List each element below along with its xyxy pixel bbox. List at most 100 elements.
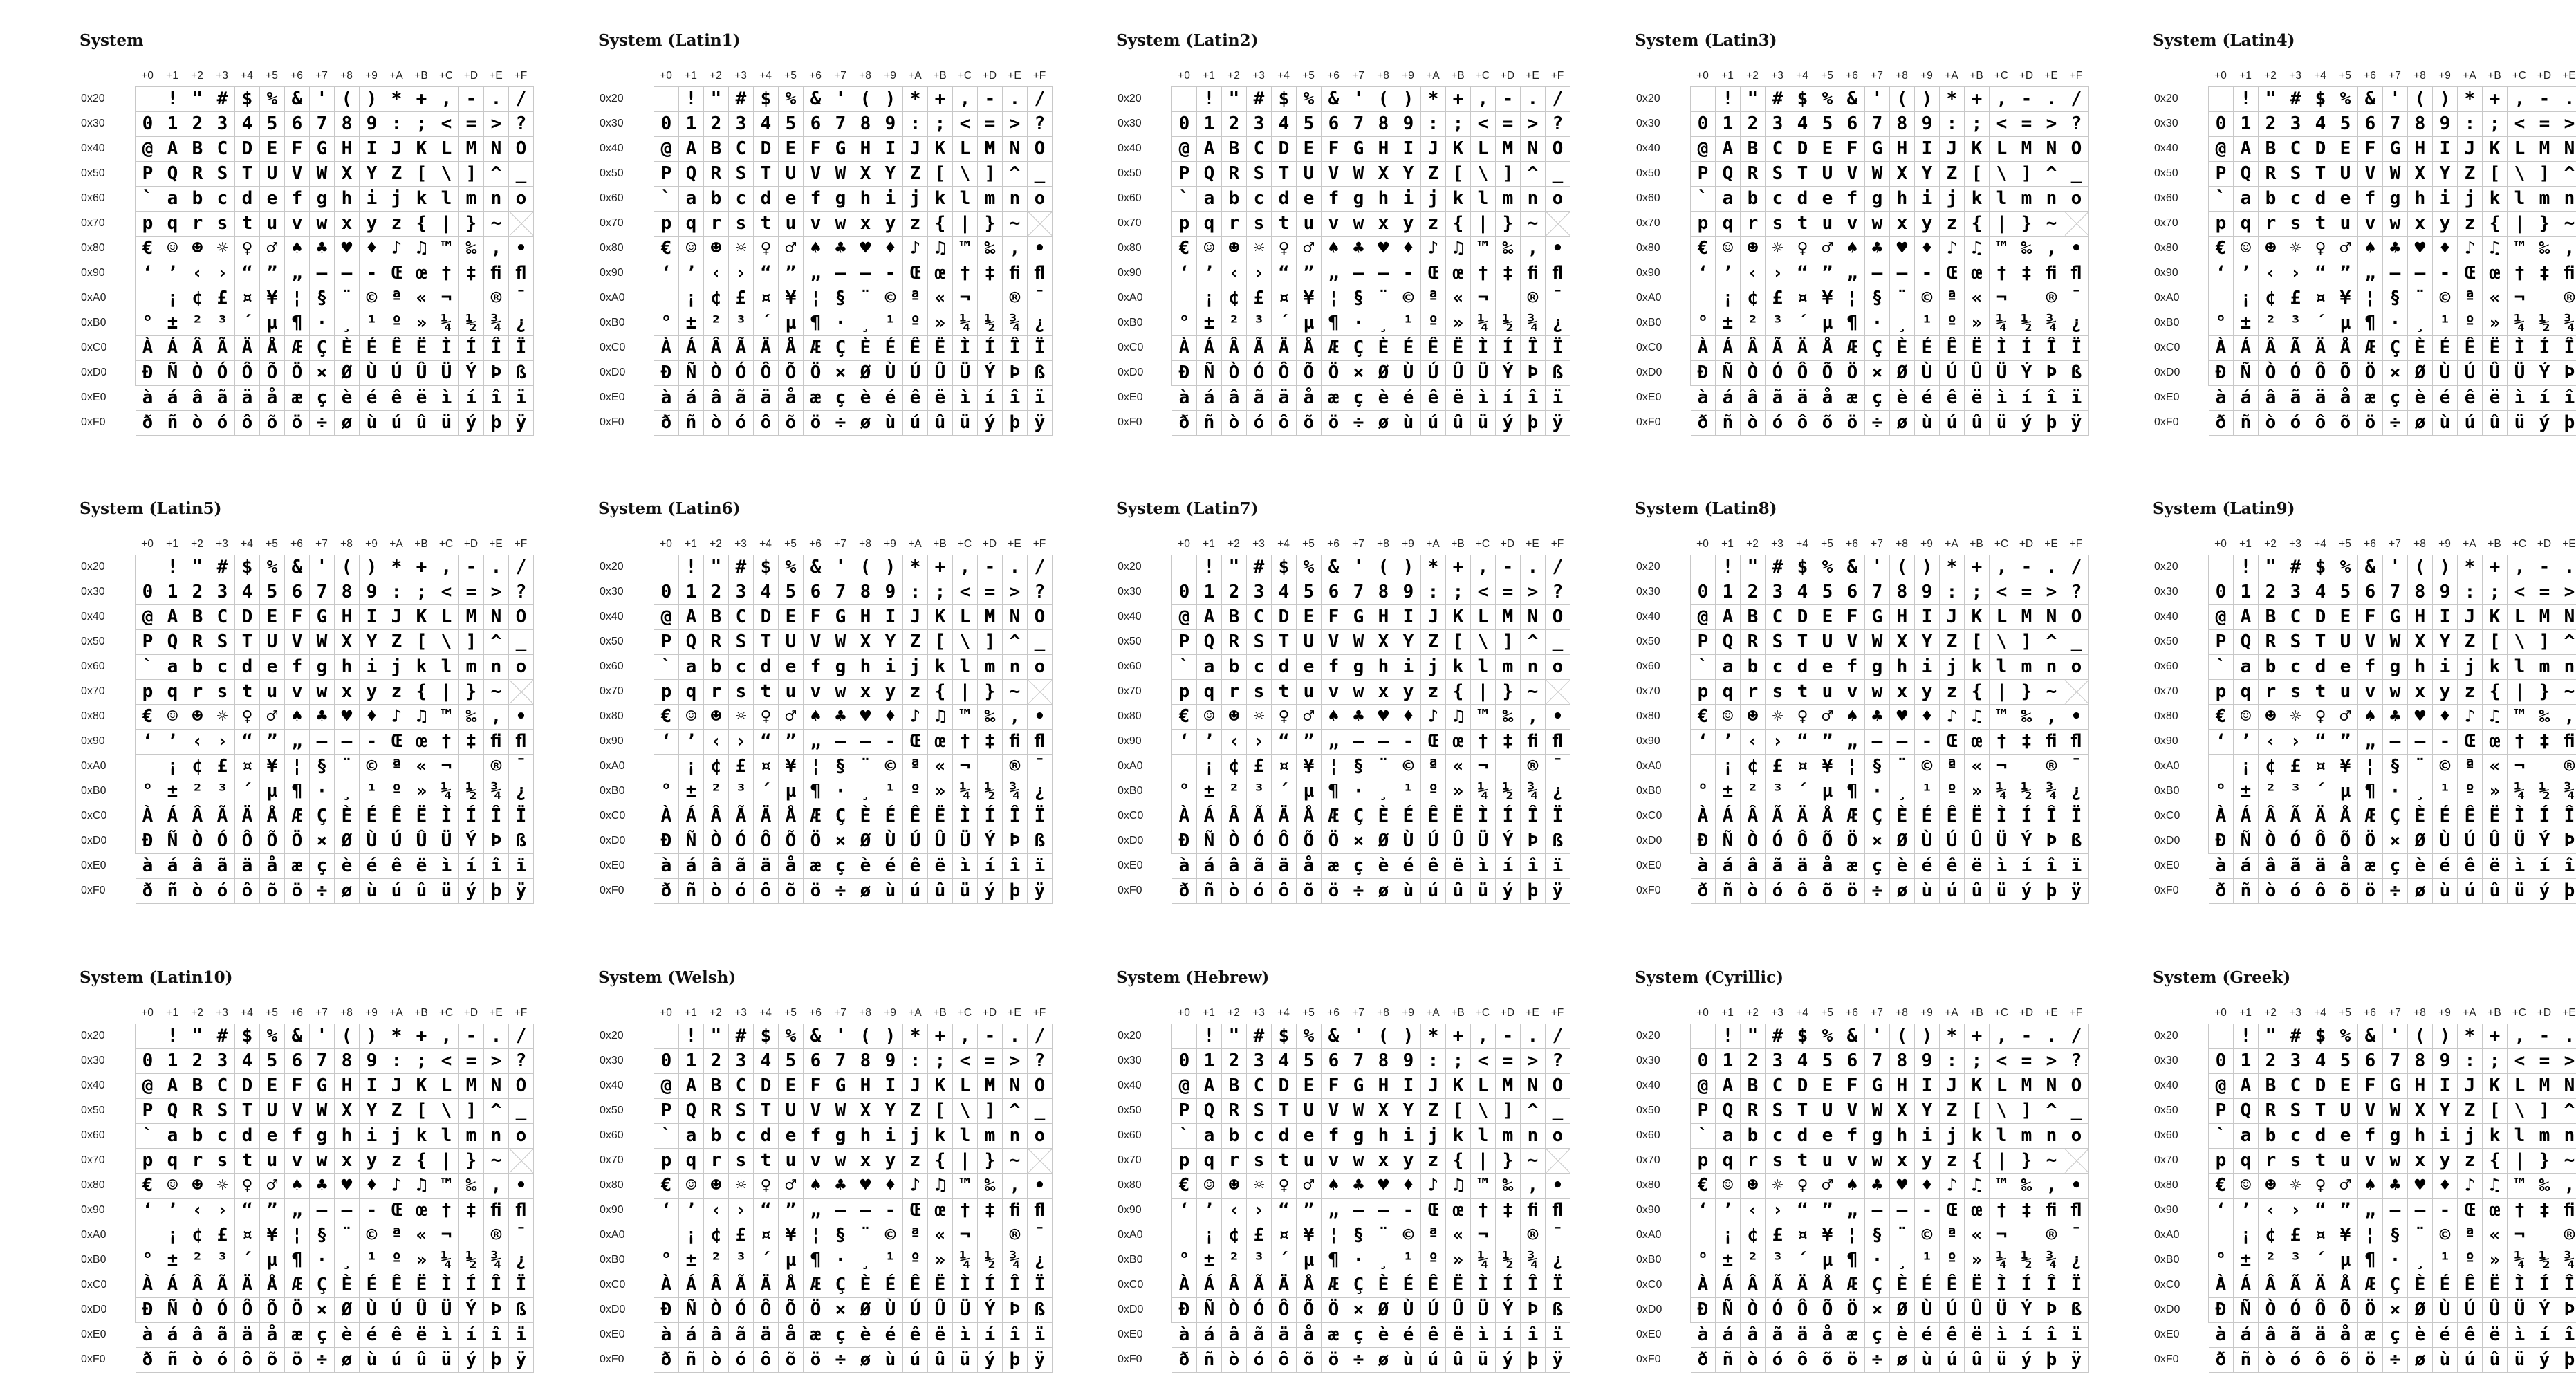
glyph-cell: Ö bbox=[2358, 361, 2383, 386]
row-label: 0x30 bbox=[600, 1055, 624, 1066]
glyph-cell: Õ bbox=[260, 1298, 285, 1323]
glyph-cell: ± bbox=[1716, 311, 1741, 336]
glyph-cell: W bbox=[2383, 1099, 2408, 1124]
glyph-cell: Á bbox=[1197, 1273, 1222, 1298]
glyph-cell: Ü bbox=[434, 361, 459, 386]
glyph-cell: v bbox=[804, 680, 828, 705]
glyph-cell: Ù bbox=[360, 1298, 384, 1323]
glyph-cell: ð bbox=[2209, 879, 2234, 904]
glyph-cell: ñ bbox=[1716, 1348, 1741, 1373]
glyph-cell: þ bbox=[2039, 411, 2064, 436]
glyph-cell: 0 bbox=[1691, 580, 1716, 605]
glyph-cell: ï bbox=[509, 386, 534, 411]
glyph-cell: ý bbox=[2014, 879, 2039, 904]
glyph-cell: ^ bbox=[2039, 630, 2064, 655]
row-label: 0x40 bbox=[1636, 611, 1660, 622]
glyph-cell: Y bbox=[2433, 1099, 2458, 1124]
row-label: 0x90 bbox=[2154, 735, 2178, 747]
glyph-cell: J bbox=[903, 605, 928, 630]
glyph-cell: H bbox=[2408, 1074, 2433, 1099]
glyph-cell: G bbox=[310, 137, 335, 162]
glyph-cell: ¢ bbox=[1741, 755, 1766, 779]
glyph-cell: È bbox=[2408, 1273, 2433, 1298]
glyph-cell: k bbox=[409, 1124, 434, 1149]
glyph-cell: Q bbox=[160, 1099, 185, 1124]
glyph-cell: ‡ bbox=[1496, 261, 1521, 286]
glyph-cell: ù bbox=[1915, 411, 1940, 436]
glyph-cell: E bbox=[779, 1074, 804, 1099]
glyph-cell: À bbox=[136, 804, 160, 829]
glyph-cell: a bbox=[1197, 187, 1222, 212]
glyph-cell: Ú bbox=[1421, 829, 1446, 854]
glyph-cell: I bbox=[878, 605, 903, 630]
glyph-cell: ♣ bbox=[2383, 237, 2408, 261]
glyph-cell: q bbox=[679, 680, 704, 705]
column-label: +7 bbox=[1352, 70, 1364, 82]
glyph-cell: x bbox=[853, 680, 878, 705]
glyph-cell: > bbox=[484, 1049, 509, 1074]
glyph-cell: ~ bbox=[2557, 680, 2576, 705]
glyph-cell: · bbox=[1865, 1248, 1890, 1273]
glyph-cell: $ bbox=[2308, 1024, 2333, 1049]
glyph-cell: ¾ bbox=[484, 311, 509, 336]
column-label: +B bbox=[933, 538, 947, 550]
glyph-cell: „ bbox=[2358, 730, 2383, 755]
charset-panel: System (Latin2) +0 +1 +2 +3 +4 +5 +6 +7 +8 +9 +A +B +… bbox=[1116, 31, 1600, 460]
glyph-cell: ¿ bbox=[1028, 311, 1053, 336]
glyph-cell: ä bbox=[1272, 1323, 1297, 1348]
glyph-cell: È bbox=[853, 1273, 878, 1298]
glyph-cell: º bbox=[903, 779, 928, 804]
glyph-cell: ý bbox=[1496, 411, 1521, 436]
glyph-cell: ' bbox=[828, 87, 853, 112]
glyph-cell: ☼ bbox=[729, 237, 754, 261]
glyph-cell: ) bbox=[878, 1024, 903, 1049]
glyph-cell: < bbox=[2508, 580, 2532, 605]
glyph-cell: f bbox=[1322, 1124, 1346, 1149]
column-label: +0 bbox=[660, 70, 672, 82]
glyph-cell: ^ bbox=[484, 1099, 509, 1124]
glyph-cell: e bbox=[1815, 1124, 1840, 1149]
glyph-cell: ♪ bbox=[1421, 705, 1446, 730]
glyph-cell: > bbox=[2039, 112, 2064, 137]
glyph-cell: ç bbox=[2383, 1323, 2408, 1348]
glyph-cell: Õ bbox=[779, 829, 804, 854]
glyph-cell: y bbox=[1915, 1149, 1940, 1174]
glyph-cell: û bbox=[928, 1348, 953, 1373]
column-label: +A bbox=[1945, 1007, 1958, 1019]
glyph-cell bbox=[136, 555, 160, 580]
glyph-cell: $ bbox=[1790, 555, 1815, 580]
glyph-cell: 0 bbox=[136, 1049, 160, 1074]
glyph-cell: Ë bbox=[2483, 804, 2508, 829]
glyph-cell: 3 bbox=[1766, 1049, 1790, 1074]
glyph-cell: f bbox=[285, 655, 310, 680]
glyph-cell: Í bbox=[2014, 1273, 2039, 1298]
glyph-cell: # bbox=[210, 1024, 235, 1049]
glyph-cell: ¦ bbox=[285, 1223, 310, 1248]
glyph-cell: ^ bbox=[2557, 630, 2576, 655]
glyph-cell: K bbox=[1965, 137, 1990, 162]
glyph-cell: ‹ bbox=[1222, 730, 1247, 755]
glyph-cell: õ bbox=[1815, 1348, 1840, 1373]
glyph-cell: 3 bbox=[2283, 580, 2308, 605]
glyph-cell: x bbox=[1371, 680, 1396, 705]
row-label: 0xF0 bbox=[600, 416, 624, 428]
glyph-cell: « bbox=[409, 1223, 434, 1248]
glyph-cell: û bbox=[1965, 1348, 1990, 1373]
glyph-cell: õ bbox=[260, 1348, 285, 1373]
column-label: +C bbox=[1994, 70, 2009, 82]
glyph-cell: ♀ bbox=[1272, 237, 1297, 261]
glyph-cell: ò bbox=[2259, 411, 2283, 436]
glyph-cell: x bbox=[2408, 680, 2433, 705]
glyph-cell: å bbox=[779, 386, 804, 411]
glyph-cell: Ú bbox=[1940, 1298, 1965, 1323]
glyph-cell: † bbox=[953, 1199, 978, 1223]
row-label: 0xB0 bbox=[600, 317, 625, 329]
glyph-cell: V bbox=[1322, 162, 1346, 187]
glyph-cell: ~ bbox=[2039, 680, 2064, 705]
row-label: 0x80 bbox=[2154, 1179, 2178, 1191]
glyph-cell: Y bbox=[360, 162, 384, 187]
glyph-cell: { bbox=[1446, 1149, 1471, 1174]
glyph-cell: Õ bbox=[1297, 361, 1322, 386]
glyph-cell: = bbox=[2014, 580, 2039, 605]
glyph-cell: ä bbox=[754, 854, 779, 879]
